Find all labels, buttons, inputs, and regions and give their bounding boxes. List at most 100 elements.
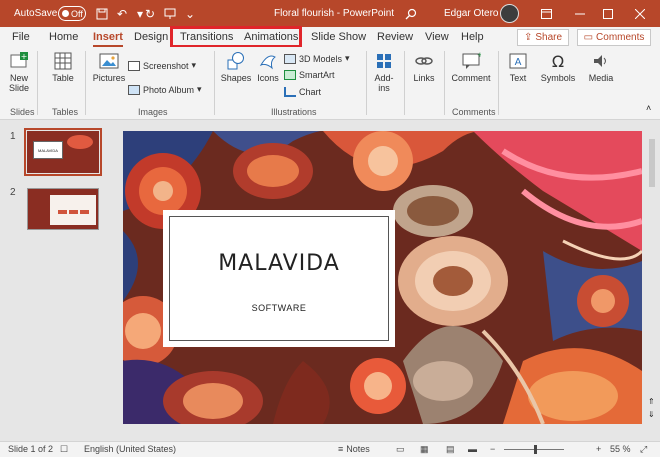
speaker-icon xyxy=(594,55,606,67)
slide-title[interactable]: MALAVIDA xyxy=(169,251,389,276)
tab-design[interactable]: Design xyxy=(134,29,168,45)
symbols-label: Symbols xyxy=(540,73,576,83)
customize-icon[interactable]: ⌄ xyxy=(182,0,198,27)
group-label-slides: Slides xyxy=(10,107,35,117)
highlight-annotation xyxy=(170,26,302,48)
language-indicator[interactable]: English (United States) xyxy=(84,444,176,454)
thumbnail-shape xyxy=(80,210,89,214)
text-icon: A xyxy=(509,53,527,69)
screenshot-button[interactable]: Screenshot ▾ xyxy=(128,60,196,71)
tab-home[interactable]: Home xyxy=(49,29,78,45)
tab-insert[interactable]: Insert xyxy=(93,29,123,48)
tab-file[interactable]: File xyxy=(12,29,30,45)
notes-button[interactable]: ≡ Notes xyxy=(338,444,370,454)
svg-text:+: + xyxy=(21,52,28,61)
scrollbar-thumb[interactable] xyxy=(649,139,655,187)
new-slide-icon: + xyxy=(10,52,28,68)
shapes-button[interactable]: Shapes xyxy=(220,51,252,83)
3d-models-button[interactable]: 3D Models ▾ xyxy=(284,53,350,64)
chevron-down-icon: ▾ xyxy=(345,53,350,63)
svg-text:Ω: Ω xyxy=(552,52,564,71)
shapes-label: Shapes xyxy=(220,73,252,83)
autosave-toggle[interactable]: Off xyxy=(58,6,86,21)
redo-icon[interactable]: ↻ xyxy=(142,0,158,27)
search-icon[interactable] xyxy=(403,0,419,27)
scroll-up-page-icon[interactable]: ⇑ xyxy=(648,397,655,406)
slide-subtitle[interactable]: SOFTWARE xyxy=(169,303,389,313)
group-label-images: Images xyxy=(138,107,168,117)
vertical-scrollbar[interactable]: ⇑ ⇓ xyxy=(646,131,658,424)
slide-thumbnail-2[interactable] xyxy=(27,188,99,230)
omega-icon: Ω xyxy=(552,52,564,71)
user-name[interactable]: Edgar Otero xyxy=(444,0,498,27)
reading-view-icon[interactable]: ▤ xyxy=(446,444,455,455)
maximize-icon[interactable] xyxy=(594,0,622,27)
notes-icon: ≡ xyxy=(338,444,344,454)
slide-indicator: Slide 1 of 2 xyxy=(8,444,54,454)
slide-sorter-icon[interactable]: ▦ xyxy=(420,444,429,455)
cube-icon xyxy=(284,53,296,64)
share-label: Share xyxy=(535,32,563,43)
media-label: Media xyxy=(588,73,614,83)
zoom-slider-thumb[interactable] xyxy=(534,445,537,454)
pictures-icon xyxy=(99,53,119,69)
normal-view-icon[interactable]: ▭ xyxy=(396,444,405,455)
share-button[interactable]: ⇪ Share xyxy=(517,29,569,46)
addins-button[interactable]: Add-ins xyxy=(372,51,396,93)
comments-button[interactable]: ▭ Comments xyxy=(577,29,651,46)
pictures-button[interactable]: Pictures xyxy=(92,51,126,83)
text-button[interactable]: A Text xyxy=(504,51,532,83)
tab-view[interactable]: View xyxy=(425,29,449,45)
thumbnail-pattern xyxy=(67,135,93,149)
thumbnail-number: 2 xyxy=(10,187,16,198)
document-title: Floral flourish - PowerPoint xyxy=(274,8,395,19)
photo-album-icon xyxy=(128,84,140,95)
slide-thumbnail-1[interactable]: MALAVIDA xyxy=(24,128,102,176)
tab-review[interactable]: Review xyxy=(377,29,413,45)
thumbnail-shape xyxy=(58,210,67,214)
toggle-knob xyxy=(62,10,69,17)
chart-icon xyxy=(284,87,296,97)
tab-slide-show[interactable]: Slide Show xyxy=(311,29,366,45)
zoom-out-icon[interactable]: − xyxy=(490,444,495,454)
zoom-level[interactable]: 55 % xyxy=(610,444,631,454)
svg-text:A: A xyxy=(515,57,522,68)
undo-icon[interactable]: ↶ xyxy=(114,0,130,27)
minimize-icon[interactable] xyxy=(566,0,594,27)
icons-label: Icons xyxy=(257,73,279,83)
thumbnail-content-area xyxy=(50,195,96,225)
save-icon[interactable] xyxy=(94,0,110,27)
tab-help[interactable]: Help xyxy=(461,29,484,45)
ribbon: + New Slide Table Pictures Screenshot ▾ … xyxy=(0,47,660,120)
close-icon[interactable] xyxy=(626,0,654,27)
accessibility-icon[interactable]: ☐ xyxy=(60,444,68,455)
new-slide-button[interactable]: + New Slide xyxy=(4,51,34,93)
smartart-icon xyxy=(284,70,296,80)
ribbon-display-icon[interactable] xyxy=(532,0,560,27)
symbols-button[interactable]: Ω Symbols xyxy=(540,51,576,83)
comment-button[interactable]: + Comment xyxy=(450,51,492,83)
slideshow-icon[interactable]: ▬ xyxy=(468,444,477,454)
present-icon[interactable] xyxy=(162,0,178,27)
collapse-ribbon-icon[interactable]: ˄ xyxy=(646,103,651,113)
smartart-button[interactable]: SmartArt xyxy=(284,70,335,80)
svg-text:+: + xyxy=(477,51,481,59)
3d-models-label: 3D Models xyxy=(299,53,343,64)
avatar[interactable] xyxy=(500,4,519,23)
chart-button[interactable]: Chart xyxy=(284,87,321,97)
title-bar: AutoSave Off ↶ ▾ ↻ ⌄ Floral flourish - P… xyxy=(0,0,660,27)
media-button[interactable]: Media xyxy=(586,51,616,83)
autosave-state: Off xyxy=(71,8,83,19)
table-button[interactable]: Table xyxy=(48,51,78,83)
status-bar: Slide 1 of 2 ☐ English (United States) ≡… xyxy=(0,441,660,457)
comments-label: Comments xyxy=(596,32,645,43)
icons-button[interactable]: Icons xyxy=(254,51,282,83)
links-button[interactable]: Links xyxy=(410,51,438,83)
photo-album-button[interactable]: Photo Album ▾ xyxy=(128,84,202,95)
zoom-in-icon[interactable]: + xyxy=(596,444,601,454)
comment-icon: + xyxy=(462,51,481,69)
screenshot-icon xyxy=(128,60,140,71)
link-icon xyxy=(415,57,433,65)
scroll-down-page-icon[interactable]: ⇓ xyxy=(648,410,655,419)
fit-to-window-icon[interactable]: ⤢ xyxy=(640,444,647,455)
